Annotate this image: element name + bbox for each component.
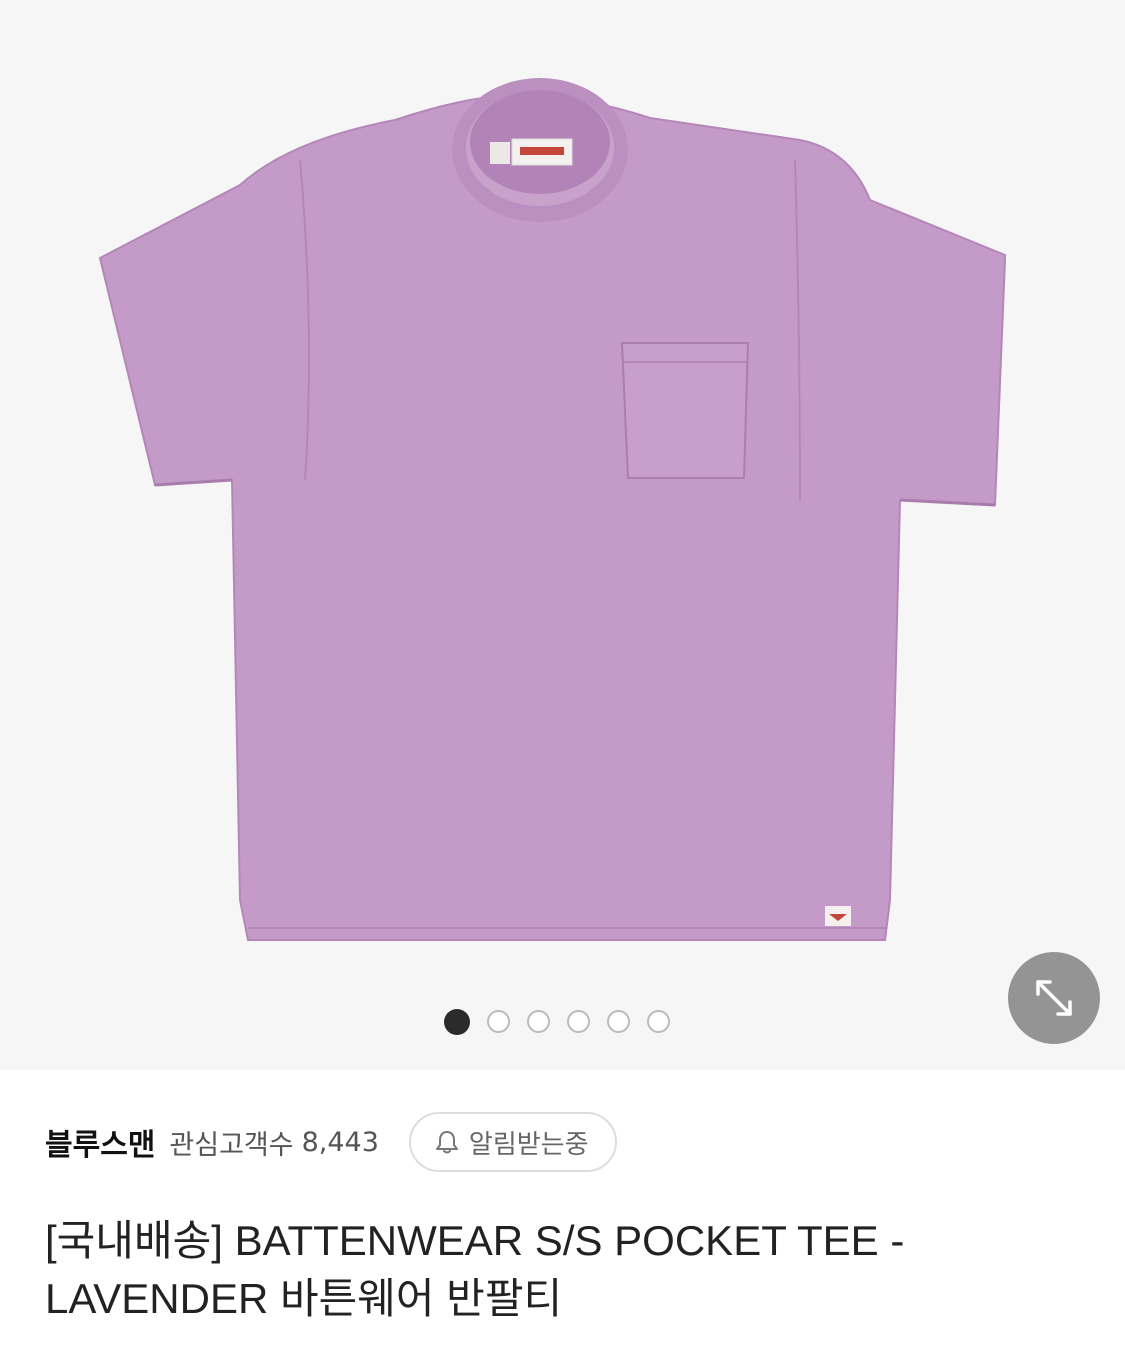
product-image[interactable] — [0, 0, 1125, 990]
product-title-line-2: LAVENDER 바튼웨어 반팔티 — [45, 1275, 563, 1322]
notify-label: 알림받는중 — [468, 1129, 589, 1160]
follower-label: 관심고객수 — [169, 1129, 294, 1161]
pagination-dot-4[interactable] — [566, 1010, 590, 1033]
seller-name[interactable]: 블루스맨 — [45, 1120, 155, 1164]
product-image-gallery[interactable] — [0, 0, 1125, 1070]
bell-icon — [433, 1128, 461, 1156]
pagination-dot-1[interactable] — [443, 1009, 470, 1035]
pagination-dot-6[interactable] — [646, 1010, 670, 1033]
tshirt-pocket — [620, 342, 750, 479]
pagination-dot-5[interactable] — [606, 1010, 630, 1033]
gallery-pagination — [0, 1009, 1125, 1035]
seller-info: 블루스맨 관심고객수 8,443 알림받는중 — [45, 1110, 617, 1174]
notify-toggle-button[interactable]: 알림받는중 — [408, 1112, 617, 1172]
follower-count: 8,443 — [301, 1126, 379, 1158]
product-title-line-1: [국내배송] BATTENWEAR S/S POCKET TEE - — [45, 1217, 905, 1264]
product-title: [국내배송] BATTENWEAR S/S POCKET TEE - LAVEN… — [45, 1212, 1085, 1328]
pagination-dot-2[interactable] — [486, 1010, 510, 1033]
pagination-dot-3[interactable] — [526, 1010, 550, 1033]
tshirt-body — [98, 93, 1006, 941]
